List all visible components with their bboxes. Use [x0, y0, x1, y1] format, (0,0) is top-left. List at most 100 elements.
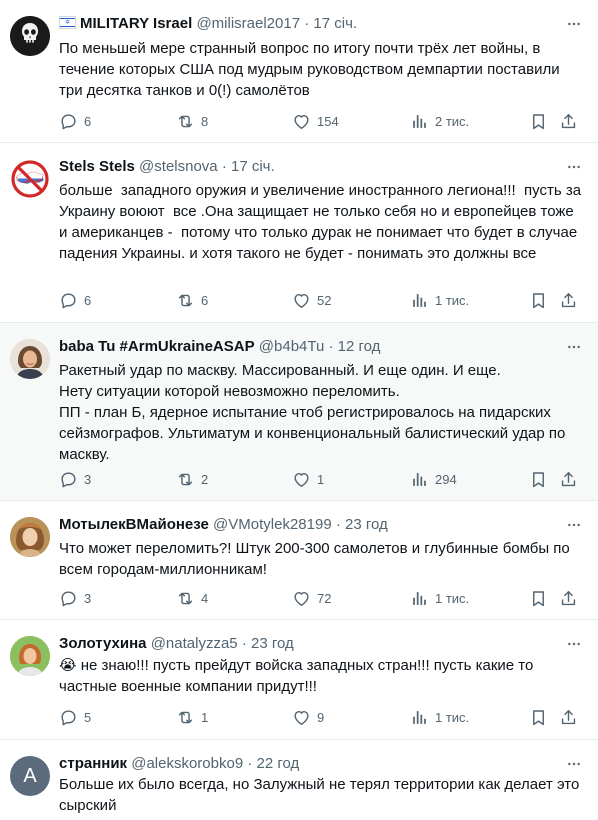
more-options-icon[interactable]: [564, 517, 584, 533]
bookmark-icon: [529, 291, 548, 310]
retweet-button[interactable]: 1: [176, 706, 208, 728]
reply-count: 5: [84, 709, 92, 725]
share-button[interactable]: [559, 289, 578, 311]
user-handle[interactable]: @natalyzza5: [151, 635, 238, 652]
tweet[interactable]: Stels Stels @stelsnova · 17 січ. больше …: [0, 143, 598, 323]
reply-count: 3: [84, 471, 92, 487]
like-button[interactable]: 52: [292, 289, 331, 311]
like-count: 52: [317, 292, 332, 308]
avatar[interactable]: [10, 339, 50, 379]
retweet-button[interactable]: 8: [176, 110, 208, 132]
tweet-actions: 6 6 52 1 тис.: [59, 289, 588, 311]
heart-icon: [292, 291, 311, 310]
tweet-time[interactable]: 22 год: [257, 755, 300, 772]
reply-button[interactable]: 3: [59, 587, 91, 609]
tweet-time[interactable]: 23 год: [251, 635, 294, 652]
share-button[interactable]: [559, 587, 578, 609]
tweet[interactable]: ✡ MILITARY Israel @milisrael2017 · 17 січ…: [0, 0, 598, 143]
display-name[interactable]: baba Tu #ArmUkraineASAP: [59, 338, 255, 355]
retweet-icon: [176, 708, 195, 727]
views-button[interactable]: 1 тис.: [410, 289, 469, 311]
share-button[interactable]: [559, 706, 578, 728]
user-handle[interactable]: @b4b4Tu: [259, 338, 325, 355]
reply-count: 6: [84, 113, 92, 129]
retweet-icon: [176, 112, 195, 131]
tweet-header: baba Tu #ArmUkraineASAP @b4b4Tu · 12 год: [59, 337, 558, 357]
no-russia-sign-icon: [10, 159, 50, 199]
separator-dot: ·: [304, 15, 310, 32]
tweet[interactable]: А странник @alekskorobko9 · 22 год Больш…: [0, 740, 598, 820]
tweet-header: МотылекВМайонезе @VMotylek28199 · 23 год: [59, 515, 558, 535]
bookmark-button[interactable]: [529, 289, 548, 311]
heart-icon: [292, 112, 311, 131]
heart-icon: [292, 470, 311, 489]
bookmark-button[interactable]: [529, 706, 548, 728]
punisher-skull-icon: [10, 16, 50, 56]
retweet-count: 8: [201, 113, 209, 129]
views-button[interactable]: 2 тис.: [410, 110, 469, 132]
user-photo-icon: [10, 636, 50, 676]
tweet-time[interactable]: 12 год: [338, 338, 381, 355]
reply-button[interactable]: 6: [59, 289, 91, 311]
views-button[interactable]: 1 тис.: [410, 706, 469, 728]
share-button[interactable]: [559, 110, 578, 132]
views-button[interactable]: 1 тис.: [410, 587, 469, 609]
reply-count: 6: [84, 292, 92, 308]
like-count: 154: [317, 113, 339, 129]
retweet-button[interactable]: 6: [176, 289, 208, 311]
avatar[interactable]: [10, 16, 50, 56]
avatar[interactable]: [10, 636, 50, 676]
tweet-time[interactable]: 23 год: [345, 516, 388, 533]
avatar[interactable]: А: [10, 756, 50, 796]
tweet-time[interactable]: 17 січ.: [231, 158, 275, 175]
user-handle[interactable]: @stelsnova: [139, 158, 218, 175]
share-button[interactable]: [559, 468, 578, 490]
views-button[interactable]: 294: [410, 468, 457, 490]
display-name[interactable]: MILITARY Israel: [80, 15, 192, 32]
more-options-icon[interactable]: [564, 159, 584, 175]
reply-icon: [59, 589, 78, 608]
display-name[interactable]: странник: [59, 755, 127, 772]
analytics-icon: [410, 589, 429, 608]
retweet-button[interactable]: 4: [176, 587, 208, 609]
display-name[interactable]: Stels Stels: [59, 158, 135, 175]
tweet-time[interactable]: 17 січ.: [313, 15, 357, 32]
more-options-icon[interactable]: [564, 636, 584, 652]
more-options-icon[interactable]: [564, 756, 584, 772]
tweet-text: Ракетный удар по маскву. Массированный. …: [59, 362, 566, 463]
display-name[interactable]: МотылекВМайонезе: [59, 516, 209, 533]
share-icon: [559, 589, 578, 608]
analytics-icon: [410, 291, 429, 310]
bookmark-button[interactable]: [529, 468, 548, 490]
share-icon: [559, 112, 578, 131]
like-count: 72: [317, 590, 332, 606]
like-button[interactable]: 72: [292, 587, 331, 609]
like-button[interactable]: 1: [292, 468, 324, 490]
tweet-text: больше западного оружия и увеличение ино…: [59, 182, 586, 262]
like-count: 1: [317, 471, 325, 487]
tweet[interactable]: МотылекВМайонезе @VMotylek28199 · 23 год…: [0, 501, 598, 620]
user-handle[interactable]: @milisrael2017: [196, 15, 300, 32]
reply-button[interactable]: 5: [59, 706, 91, 728]
retweet-count: 2: [201, 471, 209, 487]
reply-button[interactable]: 6: [59, 110, 91, 132]
separator-dot: ·: [241, 635, 247, 652]
avatar[interactable]: [10, 159, 50, 199]
user-handle[interactable]: @alekskorobko9: [131, 755, 243, 772]
more-options-icon[interactable]: [564, 16, 584, 32]
bookmark-button[interactable]: [529, 110, 548, 132]
tweet-actions: 5 1 9 1 тис.: [59, 706, 588, 728]
tweet-actions: 3 2 1 294: [59, 468, 588, 490]
tweet[interactable]: Золотухина @natalyzza5 · 23 год 😭 не зна…: [0, 620, 598, 740]
like-button[interactable]: 154: [292, 110, 339, 132]
retweet-button[interactable]: 2: [176, 468, 208, 490]
retweet-count: 1: [201, 709, 209, 725]
user-handle[interactable]: @VMotylek28199: [213, 516, 332, 533]
tweet[interactable]: baba Tu #ArmUkraineASAP @b4b4Tu · 12 год…: [0, 323, 598, 501]
display-name[interactable]: Золотухина: [59, 635, 147, 652]
bookmark-button[interactable]: [529, 587, 548, 609]
like-button[interactable]: 9: [292, 706, 324, 728]
more-options-icon[interactable]: [564, 339, 584, 355]
avatar[interactable]: [10, 517, 50, 557]
reply-button[interactable]: 3: [59, 468, 91, 490]
